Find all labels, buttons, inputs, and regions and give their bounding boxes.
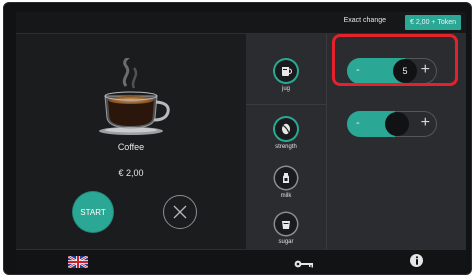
bottom-bar bbox=[16, 249, 466, 271]
highlight-marker bbox=[332, 34, 458, 86]
cancel-button[interactable] bbox=[163, 195, 197, 229]
options-column: jug strength milk sugar bbox=[246, 34, 326, 249]
uk-flag-icon[interactable] bbox=[67, 254, 89, 270]
option-jug[interactable]: jug bbox=[246, 60, 326, 92]
product-panel: Coffee € 2,00 START bbox=[16, 34, 246, 249]
strength-decrease-button[interactable]: - bbox=[356, 116, 360, 130]
token-button[interactable]: € 2,00 + Token bbox=[405, 15, 461, 30]
key-icon[interactable] bbox=[294, 256, 314, 271]
option-sugar[interactable]: sugar bbox=[246, 213, 326, 245]
milk-icon bbox=[275, 167, 297, 189]
close-icon bbox=[173, 205, 187, 219]
strength-increase-button[interactable]: + bbox=[421, 114, 430, 132]
info-icon[interactable] bbox=[410, 254, 423, 267]
option-milk[interactable]: milk bbox=[246, 167, 326, 199]
start-button[interactable]: START bbox=[73, 192, 113, 232]
strength-icon bbox=[275, 118, 297, 140]
option-label-sugar: sugar bbox=[278, 239, 294, 245]
option-strength[interactable]: strength bbox=[246, 118, 326, 150]
top-bar: Exact change € 2,00 + Token bbox=[16, 12, 466, 34]
option-label-milk: milk bbox=[280, 193, 292, 199]
coffee-cup-icon bbox=[86, 54, 176, 143]
strength-value-knob[interactable] bbox=[385, 112, 409, 136]
strength-stepper[interactable]: - + bbox=[347, 111, 437, 137]
product-price: € 2,00 bbox=[118, 168, 144, 178]
jug-icon bbox=[275, 60, 297, 82]
product-name: Coffee bbox=[117, 142, 145, 152]
option-label-strength: strength bbox=[275, 144, 297, 150]
exact-change-label: Exact change bbox=[343, 17, 386, 24]
sugar-icon bbox=[275, 213, 297, 235]
option-label-jug: jug bbox=[281, 86, 290, 92]
